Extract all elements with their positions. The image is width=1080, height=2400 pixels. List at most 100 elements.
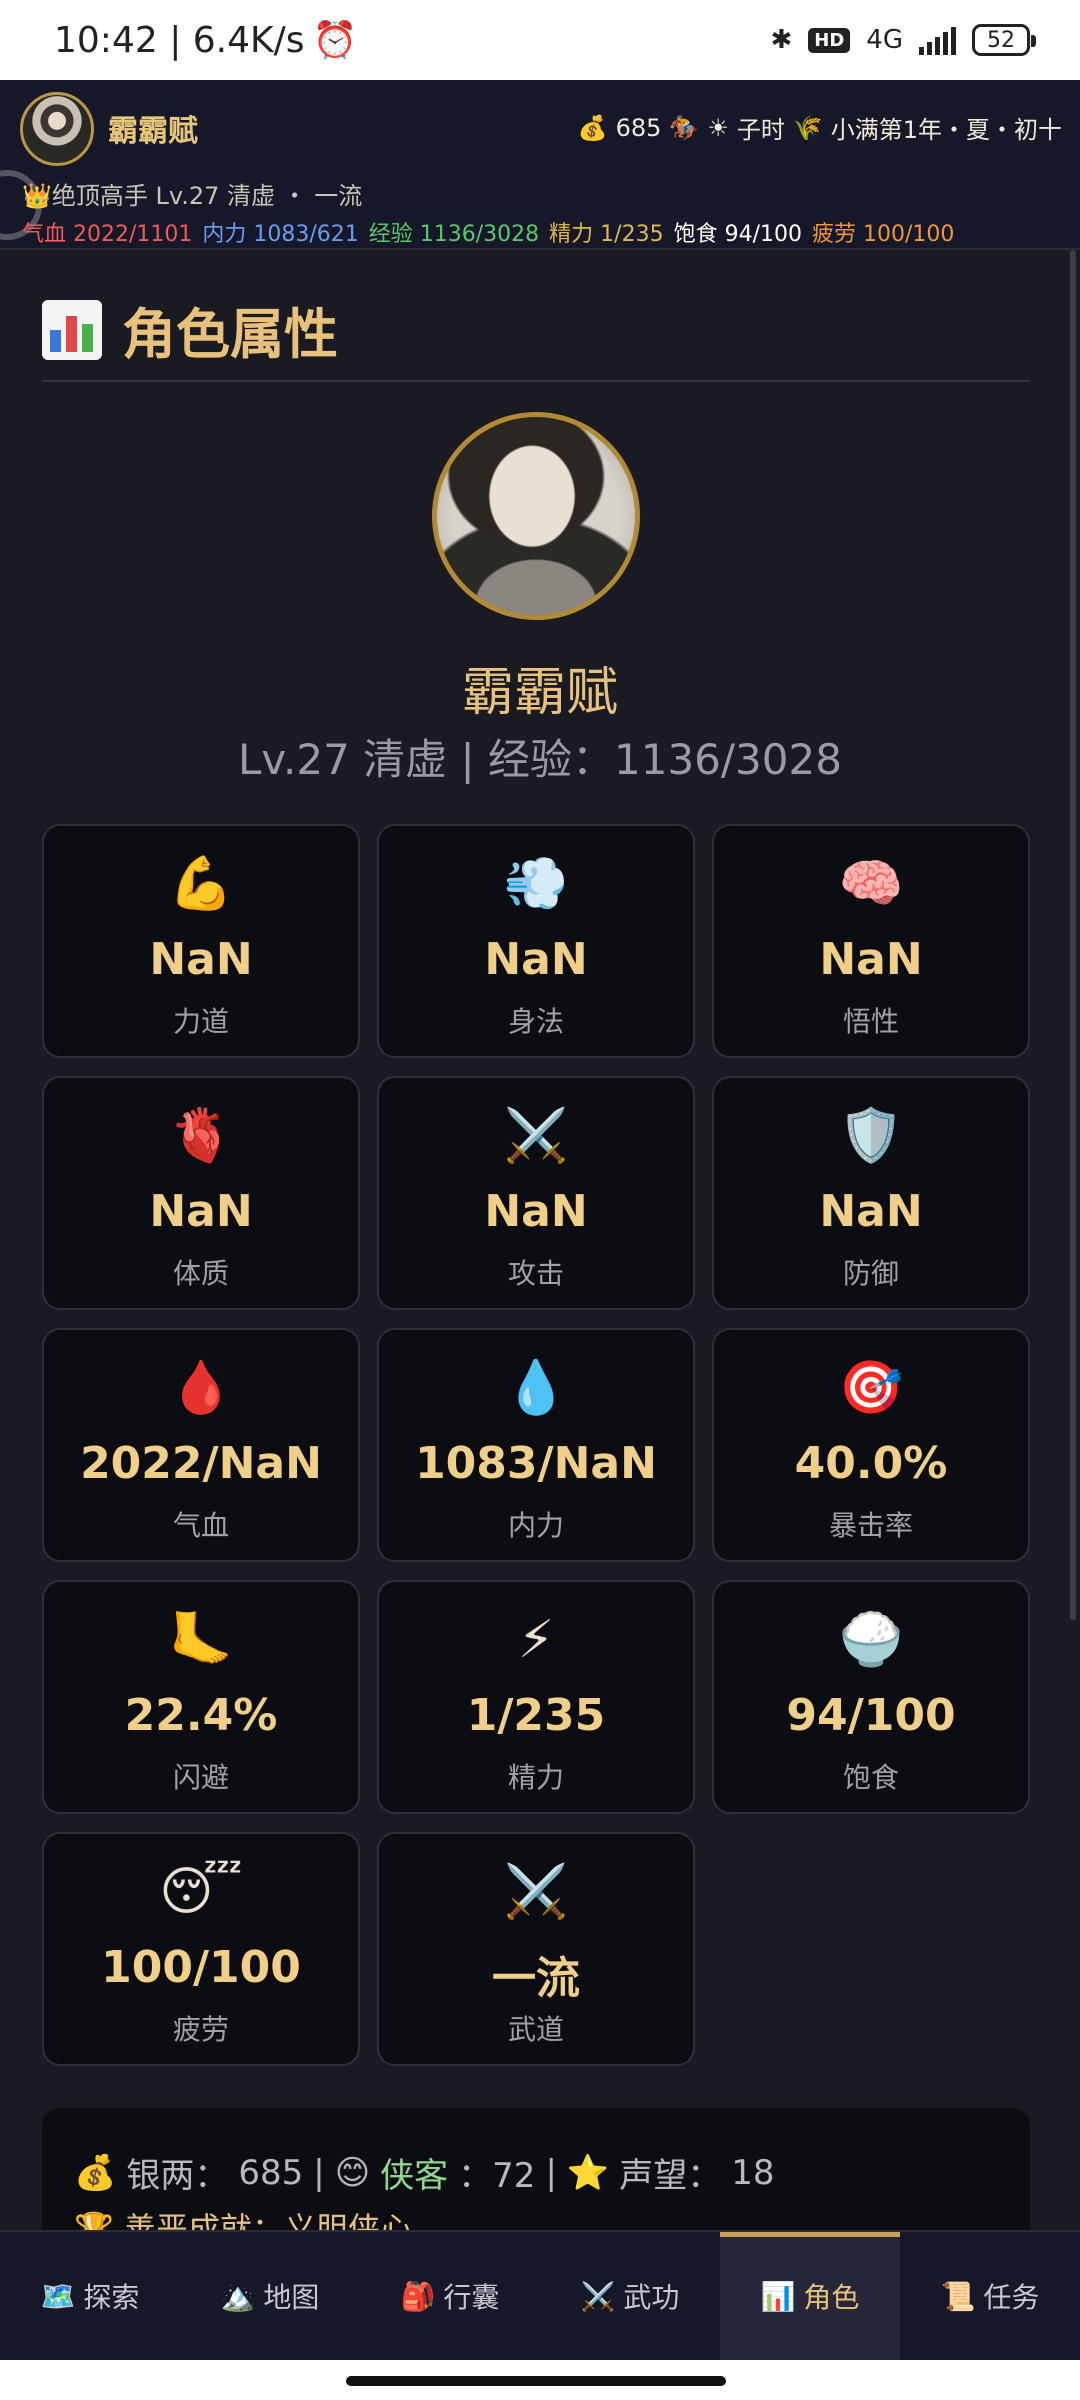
player-name: 霸霸赋 [108,114,198,149]
attr-label: 气血 [172,1509,229,1542]
attr-value: NaN [149,1186,253,1237]
attr-label: 暴击率 [828,1509,913,1542]
attr-card-strength: 💪 NaN 力道 [42,824,360,1058]
brain-icon: 🧠 [838,854,904,914]
nav-label: 行囊 [443,2281,500,2314]
attr-card-martial-rank: ⚔️ 一流 武道 [377,1832,695,2066]
attr-label: 饱食 [842,1761,899,1794]
money-bag-icon: 💰 [577,113,608,142]
target-icon: 🎯 [838,1358,904,1418]
summary-box: 💰 银两： 685 | 😊 侠客 ：72 | ⭐ 声望： 18 🏆 善恶成就：义… [42,2108,1030,2230]
system-status-bar: 10:42 | 6.4K/s ⏰ ✱ HD 4G 52 [0,0,1080,80]
attr-label: 身法 [507,1005,564,1038]
attr-label: 内力 [507,1509,564,1542]
time-label: 子时 [736,116,785,144]
attr-card-hp: 🩸 2022/NaN 气血 [42,1328,360,1562]
attr-value: NaN [484,934,588,985]
nav-inventory[interactable]: 🎒 行囊 [360,2232,540,2360]
attr-label: 体质 [172,1257,229,1290]
rice-bowl-icon: 🍚 [838,1610,904,1670]
section-title: 角色属性 [42,290,338,369]
network-label: 4G [866,25,903,55]
player-avatar[interactable] [20,92,94,166]
home-indicator[interactable] [346,2376,726,2386]
signal-icon [919,25,956,55]
food-stat: 饱食 94/100 [673,222,802,247]
heart-icon: 🫀 [168,1106,234,1166]
sun-icon: ☀ [707,113,729,142]
star-icon: ⭐ [566,2152,610,2193]
attr-value: NaN [484,1186,588,1237]
money-value: 685 [615,113,662,142]
attr-label: 悟性 [842,1005,899,1038]
battery-level: 52 [987,27,1015,53]
nav-character[interactable]: 📊 角色 [720,2232,900,2360]
attr-value: NaN [819,934,923,985]
status-time: 10:42 | 6.4K/s [54,19,305,61]
attr-value: NaN [149,934,253,985]
wheat-icon: 🌾 [792,113,823,142]
attr-value: 94/100 [786,1690,956,1741]
xiake-value: ：72 [458,2156,536,2196]
nav-label: 任务 [983,2281,1040,2314]
muscle-icon: 💪 [168,854,234,914]
attr-value: 2022/NaN [80,1438,322,1489]
attr-card-fatigue: 😴 100/100 疲劳 [42,1832,360,2066]
attr-card-energy: ⚡ 1/235 精力 [377,1580,695,1814]
mp-stat: 内力 1083/621 [202,222,359,247]
nav-map[interactable]: 🏔️ 地图 [180,2232,360,2360]
silver-value: 685 [238,2152,304,2193]
alarm-icon: ⏰ [312,20,358,61]
attr-card-crit: 🎯 40.0% 暴击率 [712,1328,1030,1562]
smile-icon: 😊 [334,2152,371,2193]
player-stats-line: 气血 2022/1101 内力 1083/621 经验 1136/3028 精力… [22,216,954,248]
money-bag-icon: 💰 [74,2152,117,2193]
attr-card-defense: 🛡️ NaN 防御 [712,1076,1030,1310]
character-level: Lv.27 清虚 | 经验：1136/3028 [238,735,842,784]
character-portrait [432,412,640,620]
scrollbar[interactable] [1070,250,1076,1620]
water-drop-icon: 💧 [503,1358,569,1418]
attr-value: 22.4% [124,1690,278,1741]
battery-icon: 52 [972,24,1036,56]
status-right: ✱ HD 4G 52 [770,24,1036,56]
attr-label: 防御 [842,1257,899,1290]
swords-icon: ⚔️ [580,2279,616,2313]
player-title: 绝顶高手 Lv.27 清虚 ・ 一流 [51,182,363,210]
attr-label: 疲劳 [172,2013,229,2046]
fatigue-stat: 疲劳 100/100 [811,222,955,247]
backpack-icon: 🎒 [400,2279,436,2313]
attr-value: 1/235 [466,1690,606,1741]
date-label: 小满第1年・夏・初十 [830,116,1062,144]
header-info: 💰 685 🏇 ☀ 子时 🌾 小满第1年・夏・初十 [578,110,1062,145]
xiake-label: 侠客 [380,2156,449,2196]
game-header: 霸霸赋 💰 685 🏇 ☀ 子时 🌾 小满第1年・夏・初十 👑绝顶高手 Lv.2… [0,80,1080,250]
nav-label: 武功 [623,2281,680,2314]
crown-icon: 👑 [22,182,52,210]
attr-card-mp: 💧 1083/NaN 内力 [377,1328,695,1562]
attr-label: 精力 [507,1761,564,1794]
attr-card-insight: 🧠 NaN 悟性 [712,824,1030,1058]
nav-label: 地图 [263,2281,320,2314]
nav-explore[interactable]: 🗺️ 探索 [0,2232,180,2360]
chart-icon [42,299,102,360]
attr-label: 闪避 [172,1761,229,1794]
attr-card-constitution: 🫀 NaN 体质 [42,1076,360,1310]
player-title-line: 👑绝顶高手 Lv.27 清虚 ・ 一流 [22,176,362,211]
attr-value: 1083/NaN [415,1438,657,1489]
lightning-icon: ⚡ [517,1610,555,1670]
nav-label: 角色 [803,2281,860,2314]
attr-label: 攻击 [507,1257,564,1290]
nav-martial-arts[interactable]: ⚔️ 武功 [540,2232,720,2360]
sleepy-face-icon: 😴 [159,1862,243,1922]
foot-icon: 🦶 [168,1610,234,1670]
attr-label: 力道 [172,1005,229,1038]
attr-value: 40.0% [794,1438,948,1489]
nav-quests[interactable]: 📜 任务 [900,2232,1080,2360]
shield-icon: 🛡️ [838,1106,904,1166]
fame-value: 18 [731,2152,775,2193]
attr-value: 100/100 [101,1942,301,1993]
fame-label: 声望： [619,2156,722,2196]
scroll-icon: 📜 [940,2279,976,2313]
energy-stat: 精力 1/235 [549,222,664,247]
